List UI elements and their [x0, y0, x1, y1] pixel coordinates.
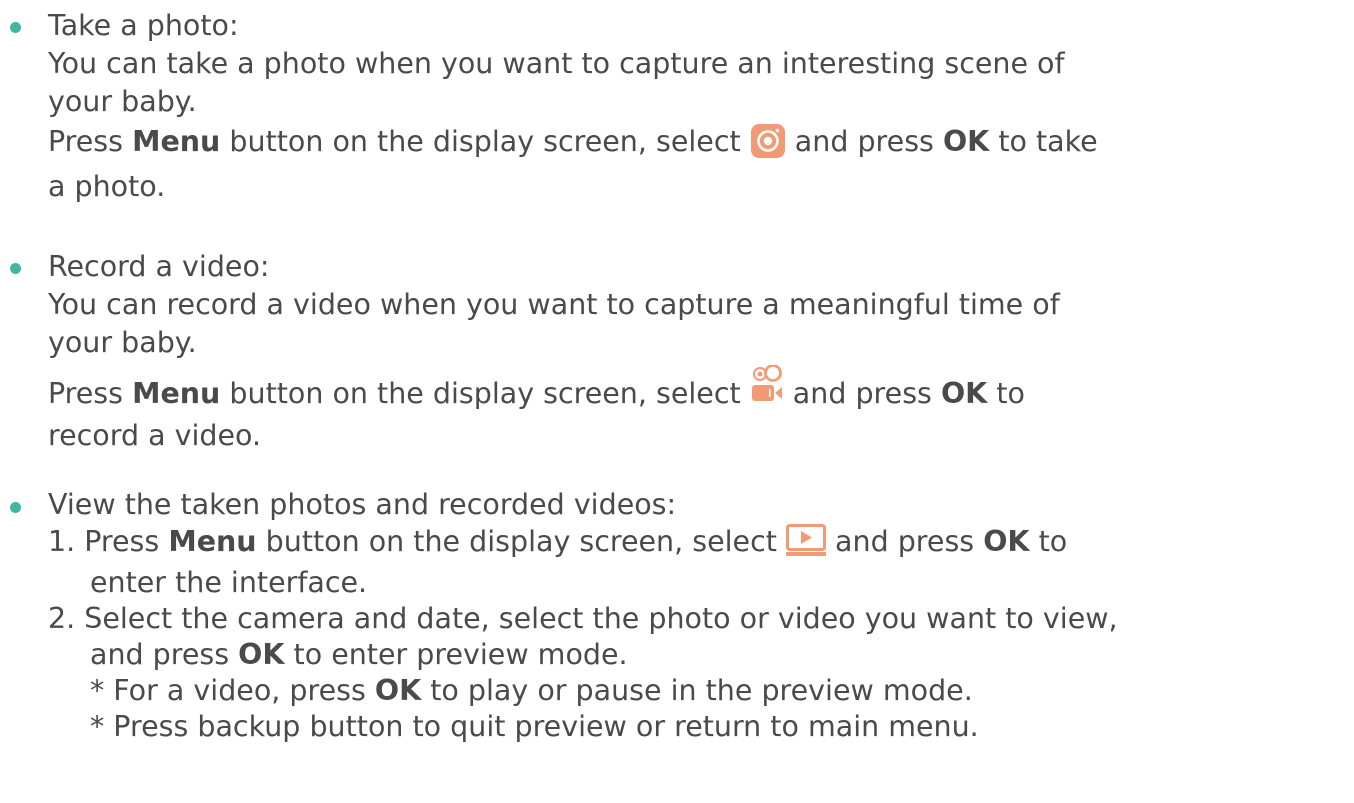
- ok-keyword: OK: [942, 125, 990, 158]
- section-take-photo: Take a photo: You can take a photo when …: [0, 10, 1354, 203]
- menu-keyword: Menu: [132, 377, 221, 410]
- instruction-line: Press Menu button on the display screen,…: [0, 124, 1354, 165]
- section-record-video: Record a video: You can record a video w…: [0, 251, 1354, 452]
- instruction-line: a photo.: [48, 170, 166, 203]
- description-line: You can record a video when you want to …: [48, 288, 1060, 321]
- section-heading: Record a video:: [48, 250, 270, 283]
- step-2-continuation: and press OK to enter preview mode.: [90, 638, 628, 671]
- menu-keyword: Menu: [132, 125, 221, 158]
- bullet-dot: [10, 263, 21, 274]
- bullet-item-view-media: View the taken photos and recorded video…: [0, 489, 1354, 521]
- camera-icon: [750, 124, 786, 165]
- video-camera-icon: [750, 364, 784, 414]
- ok-keyword: OK: [940, 377, 988, 410]
- menu-keyword: Menu: [168, 525, 257, 558]
- instruction-line: record a video.: [48, 419, 262, 452]
- description-line: your baby.: [48, 326, 197, 359]
- step-1-continuation: enter the interface.: [90, 566, 368, 599]
- bullet-dot: [10, 22, 21, 33]
- bullet-item-record-video: Record a video:: [0, 251, 1354, 283]
- section-heading: View the taken photos and recorded video…: [48, 488, 677, 521]
- description-line: You can take a photo when you want to ca…: [48, 47, 1065, 80]
- note-line: * Press backup button to quit preview or…: [90, 710, 979, 743]
- bullet-item-take-photo: Take a photo:: [0, 10, 1354, 42]
- instruction-line: Press Menu button on the display screen,…: [0, 364, 1354, 414]
- step-2-line: 2. Select the camera and date, select th…: [48, 602, 1118, 635]
- ok-keyword: OK: [238, 638, 285, 671]
- ok-keyword: OK: [374, 674, 422, 707]
- ok-keyword: OK: [983, 525, 1030, 558]
- description-line: your baby.: [48, 85, 197, 118]
- section-view-media: View the taken photos and recorded video…: [0, 489, 1354, 743]
- playback-icon: [785, 524, 826, 563]
- bullet-dot: [10, 502, 21, 513]
- step-1-line: 1. Press Menu button on the display scre…: [0, 524, 1354, 563]
- section-heading: Take a photo:: [48, 9, 239, 42]
- note-line: * For a video, press OK to play or pause…: [90, 674, 973, 707]
- manual-page: Take a photo: You can take a photo when …: [0, 0, 1354, 803]
